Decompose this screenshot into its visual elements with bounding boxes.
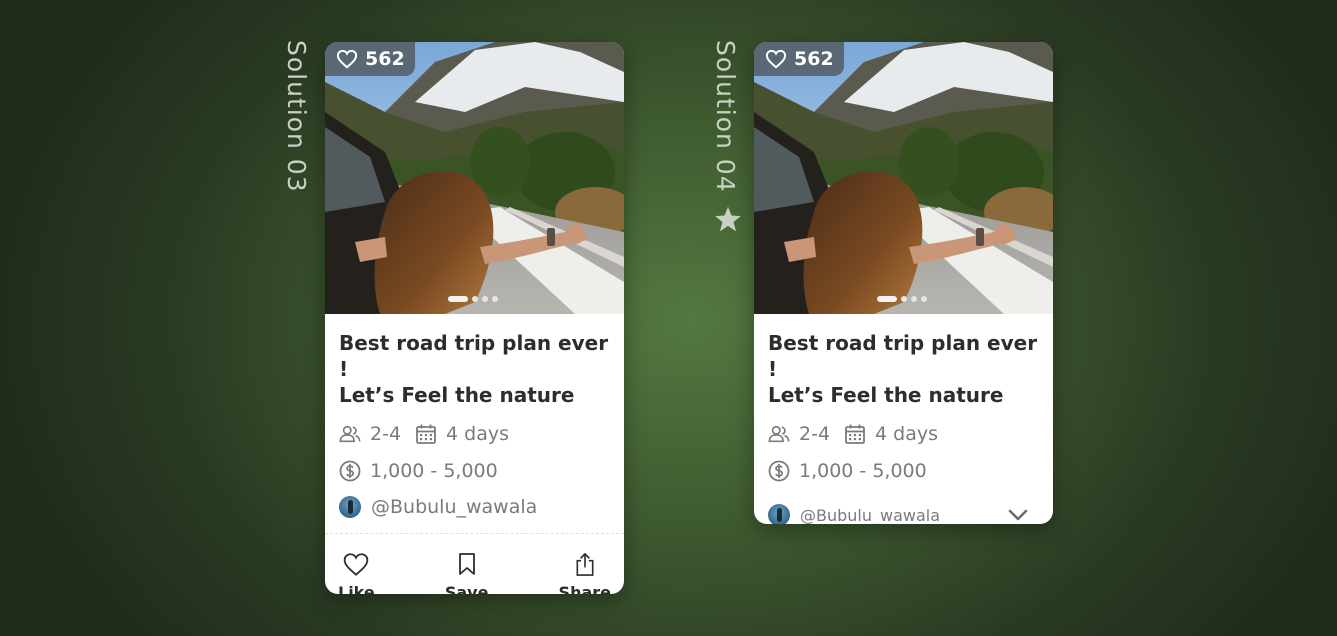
trip-title-line2: Let’s Feel the nature [339,383,575,407]
chevron-down-icon [1008,509,1028,521]
carousel-indicator[interactable] [877,296,927,302]
likes-count: 562 [794,48,834,70]
trip-card[interactable]: 562 Best road trip plan ever ! Let’s Fee… [754,42,1053,524]
like-label: Like [338,583,375,594]
trip-title-line2: Let’s Feel the nature [768,383,1004,407]
like-button[interactable]: Like [338,552,375,594]
carousel-dot[interactable] [911,296,917,302]
trip-duration: 4 days [446,423,510,445]
trip-meta-row: 2-4 4 days [339,422,610,446]
trip-photo[interactable]: 562 [754,42,1053,314]
save-label: Save [444,583,489,594]
expand-button[interactable] [1007,508,1029,522]
carousel-dot-active[interactable] [877,296,897,302]
heart-icon [765,49,787,69]
budget-range: 1,000 - 5,000 [370,460,498,482]
people-icon [339,423,361,445]
carousel-indicator[interactable] [448,296,498,302]
avatar[interactable] [768,504,790,524]
dollar-circle-icon [768,460,790,482]
solution-label: Solution 03 [282,40,311,193]
share-icon [576,552,594,576]
carousel-dot[interactable] [472,296,478,302]
carousel-dot[interactable] [482,296,488,302]
share-button[interactable]: Share [559,552,611,594]
road-trip-image [325,42,624,314]
author-username[interactable]: @Bubulu_wawala [800,506,940,525]
budget-range: 1,000 - 5,000 [799,460,927,482]
carousel-dot-active[interactable] [448,296,468,302]
trip-title-line1: Best road trip plan ever ! [339,331,609,381]
likes-badge: 562 [325,42,415,76]
save-button[interactable]: Save [444,552,489,594]
heart-icon [336,49,358,69]
likes-badge: 562 [754,42,844,76]
group-size: 2-4 [799,423,831,445]
budget-row: 1,000 - 5,000 [768,459,1039,483]
trip-card[interactable]: 562 Best road trip plan ever ! Let’s Fee… [325,42,624,594]
action-bar: Like Save Share [325,534,624,594]
calendar-icon [844,423,866,445]
solution-label: Solution 04 [711,40,740,193]
star-icon [715,206,741,232]
avatar[interactable] [339,496,361,518]
likes-count: 562 [365,48,405,70]
author-row[interactable]: @Bubulu_wawala [339,494,610,520]
trip-photo[interactable]: 562 [325,42,624,314]
calendar-icon [415,423,437,445]
people-icon [768,423,790,445]
bookmark-icon [458,553,475,575]
trip-title: Best road trip plan ever ! Let’s Feel th… [339,330,610,408]
trip-title: Best road trip plan ever ! Let’s Feel th… [768,330,1039,408]
group-size: 2-4 [370,423,402,445]
carousel-dot[interactable] [492,296,498,302]
road-trip-image [754,42,1053,314]
heart-icon [344,553,369,576]
carousel-dot[interactable] [901,296,907,302]
dollar-circle-icon [339,460,361,482]
carousel-dot[interactable] [921,296,927,302]
trip-meta-row: 2-4 4 days [768,422,1039,446]
author-row[interactable]: @Bubulu_wawala [768,502,1039,524]
trip-title-line1: Best road trip plan ever ! [768,331,1038,381]
trip-duration: 4 days [875,423,939,445]
budget-row: 1,000 - 5,000 [339,459,610,483]
author-username[interactable]: @Bubulu_wawala [371,496,537,518]
share-label: Share [558,583,611,594]
